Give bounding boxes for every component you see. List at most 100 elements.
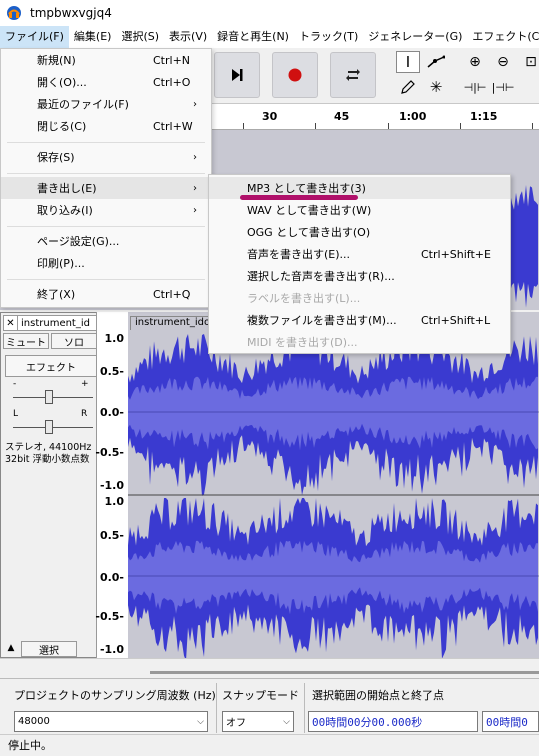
selection-end-value: 00時間0 [486,715,528,729]
draw-tool[interactable] [396,76,420,98]
menu-edit[interactable]: 編集(E) [69,26,117,48]
zoom-out-icon: ⊖ [497,54,509,70]
menu-item-new[interactable]: 新規(N) Ctrl+N [1,49,211,71]
silence-button[interactable]: |⊣⊢ [490,76,516,98]
menu-effect[interactable]: エフェクト(C) [467,26,539,48]
i-beam-icon: I [405,53,411,71]
menu-item-open[interactable]: 開く(O)... Ctrl+O [1,71,211,93]
export-audio-item[interactable]: 音声を書き出す(E)... Ctrl+Shift+E [209,243,510,265]
record-button[interactable] [272,52,318,98]
trim-button[interactable]: ⊣|⊢ [462,76,488,98]
pan-left-label: L [13,409,19,419]
export-selected-audio-item[interactable]: 選択した音声を書き出す(R)... [209,265,510,287]
menu-file[interactable]: ファイル(F) [0,26,69,48]
zoom-out-button[interactable]: ⊖ [490,51,516,73]
submenu-arrow-icon: › [193,182,197,194]
selection-start-time[interactable]: 00時間00分00.000秒 [308,711,478,732]
menu-item-label: 印刷(P)... [37,257,85,270]
menu-separator [7,173,205,174]
scrollbar-thumb[interactable] [150,671,539,674]
waveform-stereo [128,330,539,658]
gain-slider-track [13,397,93,398]
selection-start-value: 00時間00分00.000秒 [312,715,423,729]
effects-button[interactable]: エフェクト [5,355,97,377]
selection-end-time[interactable]: 00時間0 [482,711,539,732]
clip-title[interactable]: instrument_ido [130,316,210,330]
close-track-icon[interactable]: ✕ [4,316,18,330]
menu-item-shortcut: Ctrl+Q [153,287,191,301]
scale-label: 0.0- [99,406,124,419]
menu-item-shortcut: Ctrl+Shift+E [421,247,491,261]
chevron-down-icon: ⌵ [283,716,290,727]
zoom-selection-button[interactable]: ⊡ [518,51,539,73]
scale-label: -1.0 [99,643,124,656]
menu-select[interactable]: 選択(S) [116,26,164,48]
menu-item-save[interactable]: 保存(S) › [1,146,211,168]
snap-mode-value: オフ [226,718,246,729]
menu-generate[interactable]: ジェネレーター(G) [363,26,467,48]
menu-item-close[interactable]: 閉じる(C) Ctrl+W [1,115,211,137]
file-menu-dropdown: 新規(N) Ctrl+N 開く(O)... Ctrl+O 最近のファイル(F) … [0,48,212,308]
pan-right-label: R [81,409,88,419]
envelope-tool[interactable] [424,51,448,73]
export-multiple-item[interactable]: 複数ファイルを書き出す(M)... Ctrl+Shift+L [209,309,510,331]
collapse-track-icon[interactable]: ▲ [3,641,19,655]
scale-label: 0.0- [99,571,124,584]
snap-mode-label: スナップモード [222,689,299,702]
solo-button[interactable]: ソロ [51,333,97,349]
ruler-label-1-15: 1:15 [470,110,498,123]
menu-item-label: 終了(X) [37,288,76,301]
pan-slider-track [13,427,93,428]
menu-separator [7,279,205,280]
zoom-in-button[interactable]: ⊕ [462,51,488,73]
project-rate-select[interactable]: 48000 ⌵ [14,711,208,732]
pan-slider-thumb[interactable] [45,420,53,434]
mute-button[interactable]: ミュート [3,333,49,349]
skip-end-button[interactable] [214,52,260,98]
menu-item-print[interactable]: 印刷(P)... [1,252,211,274]
menu-tracks[interactable]: トラック(T) [294,26,363,48]
submenu-arrow-icon: › [193,98,197,110]
menu-item-label: 保存(S) [37,151,75,164]
loop-button[interactable] [330,52,376,98]
menu-item-label: 複数ファイルを書き出す(M)... [247,314,397,327]
menu-item-label: OGG として書き出す(O) [247,226,371,239]
waveform-area[interactable]: instrument_ido [128,312,539,658]
gain-minus-label: - [13,379,17,389]
menu-item-label: 書き出し(E) [37,182,97,195]
menu-item-exit[interactable]: 終了(X) Ctrl+Q [1,283,211,305]
zoom-in-icon: ⊕ [469,54,481,70]
project-rate-label: プロジェクトのサンプリング周波数 (Hz) [14,689,216,702]
scale-label: -0.5- [95,446,124,459]
status-bar: 停止中。 [0,734,539,756]
horizontal-scrollbar[interactable] [0,658,539,678]
menu-item-page-setup[interactable]: ページ設定(G)... [1,230,211,252]
select-track-button[interactable]: 選択 [21,641,77,657]
pencil-icon [401,80,415,94]
menu-item-label: 新規(N) [37,54,76,67]
scale-label: -1.0 [99,479,124,492]
scale-label: 0.5- [99,365,124,378]
amplitude-ruler: 1.0 0.5- 0.0- -0.5- -1.0 1.0 0.5- 0.0- -… [95,312,128,658]
export-ogg-item[interactable]: OGG として書き出す(O) [209,221,510,243]
menu-item-export[interactable]: 書き出し(E) › [1,177,211,199]
export-labels-item: ラベルを書き出す(L)... [209,287,510,309]
export-wav-item[interactable]: WAV として書き出す(W) [209,199,510,221]
trim-audio-icon: ⊣|⊢ [463,80,487,94]
menu-item-import[interactable]: 取り込み(I) › [1,199,211,221]
menu-item-recent-files[interactable]: 最近のファイル(F) › [1,93,211,115]
selection-range-label: 選択範囲の開始点と終了点 [312,689,444,702]
gain-slider-thumb[interactable] [45,390,53,404]
selection-tool[interactable]: I [396,51,420,73]
record-icon [288,68,302,82]
audacity-logo-icon [7,6,21,20]
menu-record-play[interactable]: 録音と再生(N) [212,26,294,48]
menu-item-label: 取り込み(I) [37,204,93,217]
snap-mode-select[interactable]: オフ ⌵ [222,711,294,732]
envelope-icon [427,55,445,68]
menu-view[interactable]: 表示(V) [164,26,212,48]
menu-item-shortcut: Ctrl+O [153,75,191,89]
menu-item-label: MP3 として書き出す(3) [247,182,366,195]
menu-item-label: 選択した音声を書き出す(R)... [247,270,395,283]
multi-tool[interactable]: ✳ [424,76,448,98]
